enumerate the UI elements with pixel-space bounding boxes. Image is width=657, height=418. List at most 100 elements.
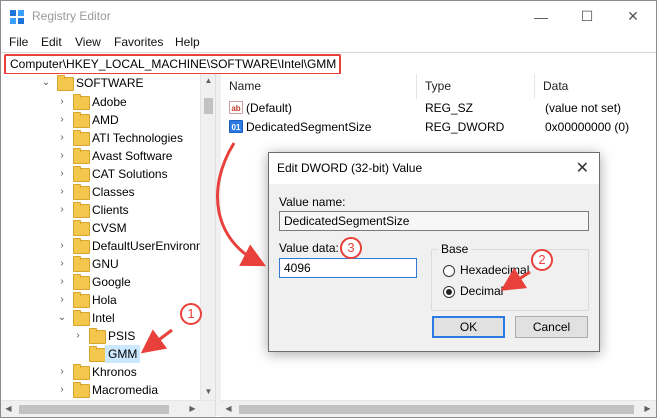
menu-edit[interactable]: Edit (41, 35, 62, 49)
list-row-default[interactable]: ab (Default) REG_SZ (value not set) (221, 99, 656, 117)
chevron-right-icon[interactable]: › (57, 111, 67, 129)
chevron-right-icon[interactable]: › (57, 183, 67, 201)
minimize-button[interactable]: — (518, 1, 564, 32)
tree-vertical-scrollbar[interactable]: ▲ ▼ (200, 74, 216, 400)
tree-item-label: Intel (92, 311, 115, 325)
menu-file[interactable]: File (9, 35, 28, 49)
chevron-down-icon[interactable]: ⌄ (41, 74, 51, 92)
string-value-icon: ab (229, 101, 243, 114)
folder-icon (57, 75, 74, 91)
scroll-right-icon[interactable]: ▶ (185, 402, 200, 416)
value-data: (value not set) (545, 101, 622, 115)
callout-badge-1: 1 (180, 303, 202, 325)
scroll-left-icon[interactable]: ◀ (221, 402, 236, 416)
column-header-name[interactable]: Name (221, 74, 417, 99)
list-row-dedicatedsegmentsize[interactable]: 01 DedicatedSegmentSize REG_DWORD 0x0000… (221, 118, 656, 136)
chevron-right-icon[interactable]: › (57, 129, 67, 147)
tree-item-google[interactable]: › Google (1, 273, 200, 291)
tree-item-hola[interactable]: › Hola (1, 291, 200, 309)
tree-item-defaultuserenvironment[interactable]: › DefaultUserEnvironn (1, 237, 203, 255)
hexadecimal-radio[interactable] (443, 265, 455, 277)
tree-item-label: Adobe (92, 95, 127, 109)
value-data: 0x00000000 (0) (545, 120, 630, 134)
chevron-right-icon[interactable]: › (57, 93, 67, 111)
chevron-right-icon[interactable]: › (57, 273, 67, 291)
ok-button[interactable]: OK (432, 316, 505, 338)
tree-item-label: ATI Technologies (92, 131, 183, 145)
registry-editor-icon (10, 10, 24, 24)
base-group-title: Base (438, 242, 472, 256)
chevron-down-icon[interactable]: ⌄ (57, 309, 67, 327)
menu-help[interactable]: Help (175, 35, 200, 49)
scroll-down-icon[interactable]: ▼ (201, 385, 216, 399)
chevron-right-icon[interactable]: › (57, 237, 67, 255)
tree-item-software[interactable]: ⌄ SOFTWARE (1, 74, 200, 92)
value-data-input[interactable]: 4096 (279, 258, 417, 278)
column-header-type[interactable]: Type (417, 74, 535, 99)
hexadecimal-label[interactable]: Hexadecimal (460, 263, 529, 277)
chevron-right-icon[interactable]: › (57, 201, 67, 219)
tree-item-label: Macromedia (92, 383, 159, 397)
dialog-close-icon[interactable]: ✕ (576, 158, 589, 178)
address-bar[interactable]: Computer\HKEY_LOCAL_MACHINE\SOFTWARE\Int… (1, 52, 656, 75)
folder-icon (73, 364, 90, 380)
scroll-left-icon[interactable]: ◀ (1, 402, 16, 416)
decimal-radio[interactable] (443, 286, 455, 298)
tree-item-adobe[interactable]: › Adobe (1, 93, 200, 111)
scroll-thumb[interactable] (19, 405, 169, 414)
folder-icon (73, 94, 90, 110)
tree-item-label: AMD (92, 113, 119, 127)
chevron-right-icon[interactable]: › (57, 165, 67, 183)
tree-item-label: Google (92, 275, 131, 289)
tree-item-macromedia[interactable]: › Macromedia (1, 381, 200, 399)
value-type: REG_SZ (425, 101, 474, 115)
menu-view[interactable]: View (75, 35, 101, 49)
tree-item-gmm[interactable]: GMM (1, 345, 200, 363)
tree-item-psis[interactable]: › PSIS (1, 327, 200, 345)
maximize-button[interactable]: ☐ (564, 1, 610, 32)
tree-item-gnu[interactable]: › GNU (1, 255, 200, 273)
cancel-button[interactable]: Cancel (515, 316, 588, 338)
chevron-right-icon[interactable]: › (57, 381, 67, 399)
tree-item-intel[interactable]: ⌄ Intel (1, 309, 200, 327)
chevron-right-icon[interactable]: › (57, 147, 67, 165)
tree-item-classes[interactable]: › Classes (1, 183, 200, 201)
folder-icon (73, 166, 90, 182)
callout-badge-3: 3 (340, 237, 362, 259)
tree-item-ati-technologies[interactable]: › ATI Technologies (1, 129, 200, 147)
tree-horizontal-scrollbar[interactable]: ◀ ▶ (1, 400, 215, 417)
key-tree[interactable]: ⌄ SOFTWARE › Adobe › AMD › ATI Technolog… (1, 74, 215, 400)
folder-icon (89, 328, 106, 344)
column-header-data[interactable]: Data (535, 74, 656, 99)
tree-item-cvsm[interactable]: CVSM (1, 219, 200, 237)
minimize-icon: — (534, 8, 548, 25)
scroll-thumb[interactable] (239, 405, 634, 414)
callout-badge-2: 2 (531, 249, 553, 271)
chevron-right-icon[interactable]: › (73, 327, 83, 345)
tree-item-clients[interactable]: › Clients (1, 201, 200, 219)
close-icon: ✕ (627, 8, 639, 24)
tree-item-amd[interactable]: › AMD (1, 111, 200, 129)
tree-item-label: GMM (105, 345, 141, 363)
list-horizontal-scrollbar[interactable]: ◀ ▶ (221, 400, 656, 417)
menu-favorites[interactable]: Favorites (114, 35, 163, 49)
tree-item-cat-solutions[interactable]: › CAT Solutions (1, 165, 200, 183)
tree-item-avast-software[interactable]: › Avast Software (1, 147, 200, 165)
chevron-right-icon[interactable]: › (57, 255, 67, 273)
scroll-up-icon[interactable]: ▲ (201, 74, 216, 88)
tree-item-khronos[interactable]: › Khronos (1, 363, 200, 381)
window-title: Registry Editor (32, 9, 111, 23)
folder-icon (73, 292, 90, 308)
dword-value-icon: 01 (229, 120, 243, 133)
folder-icon (73, 382, 90, 398)
maximize-icon: ☐ (580, 8, 594, 24)
chevron-right-icon[interactable]: › (57, 291, 67, 309)
scroll-right-icon[interactable]: ▶ (640, 402, 655, 416)
address-path[interactable]: Computer\HKEY_LOCAL_MACHINE\SOFTWARE\Int… (4, 54, 342, 75)
folder-icon (73, 148, 90, 164)
tree-item-label: Khronos (92, 365, 137, 379)
scroll-thumb[interactable] (204, 98, 213, 114)
decimal-label[interactable]: Decimal (460, 284, 503, 298)
close-button[interactable]: ✕ (610, 1, 656, 32)
chevron-right-icon[interactable]: › (57, 363, 67, 381)
